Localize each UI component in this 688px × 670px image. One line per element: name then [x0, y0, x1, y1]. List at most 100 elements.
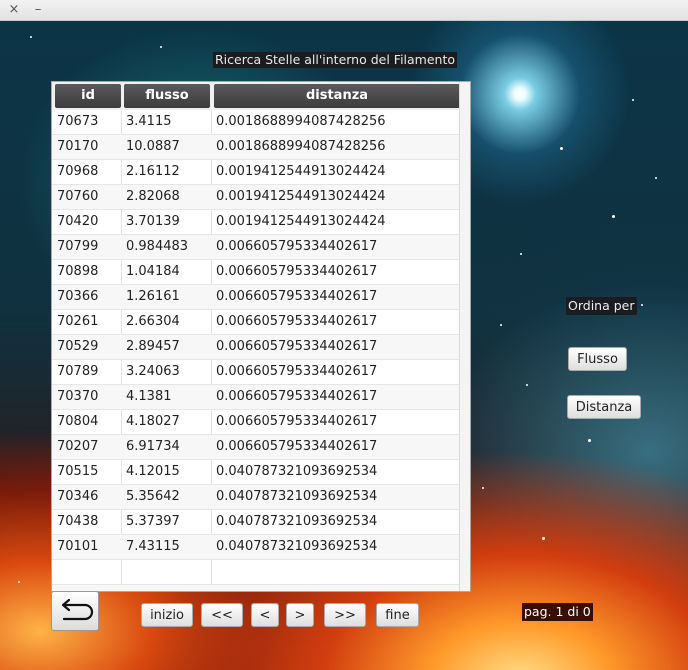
cell-distanza: 0.040787321093692534 [216, 514, 378, 529]
cell-flusso: 7.43115 [126, 539, 180, 554]
cell-id: 70673 [57, 114, 99, 129]
table-row[interactable]: 70968 2.16112 0.0019412544913024424 [52, 160, 460, 185]
table-row[interactable]: 70799 0.984483 0.006605795334402617 [52, 235, 460, 260]
table-row[interactable]: 70420 3.70139 0.0019412544913024424 [52, 210, 460, 235]
last-page-button[interactable]: fine [376, 603, 419, 627]
table-row[interactable]: 70438 5.37397 0.040787321093692534 [52, 510, 460, 535]
cell-distanza: 0.040787321093692534 [216, 539, 378, 554]
cell-flusso: 5.37397 [126, 514, 180, 529]
page-status: pag. 1 di 0 [522, 603, 593, 621]
cell-id: 70370 [57, 389, 99, 404]
cell-id: 70420 [57, 214, 99, 229]
cell-flusso: 2.16112 [126, 164, 180, 179]
cell-distanza: 0.006605795334402617 [216, 264, 378, 279]
cell-distanza [216, 560, 456, 584]
cell-flusso: 3.70139 [126, 214, 180, 229]
cell-distanza: 0.0019412544913024424 [216, 189, 386, 204]
table-row[interactable]: 70515 4.12015 0.040787321093692534 [52, 460, 460, 485]
cell-id: 70170 [57, 139, 99, 154]
prev-fast-button[interactable]: << [201, 603, 243, 627]
page-title: Ricerca Stelle all'interno del Filamento [213, 52, 458, 68]
sort-label: Ordina per [566, 297, 637, 315]
cell-id: 70760 [57, 189, 99, 204]
table-row[interactable]: 70804 4.18027 0.006605795334402617 [52, 410, 460, 435]
cell-id: 70261 [57, 314, 99, 329]
table-scrollbar[interactable] [459, 82, 470, 591]
close-icon[interactable]: × [6, 2, 22, 18]
results-table[interactable]: id flusso distanza 70673 3.4115 0.00186889… [51, 81, 471, 592]
cell-id: 70789 [57, 364, 99, 379]
cell-distanza: 0.0018688994087428256 [216, 139, 386, 154]
cell-id: 70366 [57, 289, 99, 304]
cell-distanza: 0.006605795334402617 [216, 339, 378, 354]
cell-flusso: 4.1381 [126, 389, 172, 404]
cell-flusso: 4.18027 [126, 414, 180, 429]
table-row[interactable]: 70366 1.26161 0.006605795334402617 [52, 285, 460, 310]
sort-distance-button[interactable]: Distanza [567, 395, 641, 419]
minimize-icon[interactable]: – [30, 2, 46, 18]
column-header-flusso[interactable]: flusso [124, 84, 210, 108]
next-fast-button[interactable]: >> [324, 603, 366, 627]
cell-id: 70207 [57, 439, 99, 454]
sort-flux-button[interactable]: Flusso [568, 347, 627, 371]
cell-flusso: 2.89457 [126, 339, 180, 354]
table-row[interactable]: 70170 10.0887 0.0018688994087428256 [52, 135, 460, 160]
cell-id: 70438 [57, 514, 99, 529]
cell-distanza: 0.006605795334402617 [216, 439, 378, 454]
table-row[interactable]: 70261 2.66304 0.006605795334402617 [52, 310, 460, 335]
cell-id: 70898 [57, 264, 99, 279]
cell-distanza: 0.006605795334402617 [216, 414, 378, 429]
table-row[interactable]: 70673 3.4115 0.0018688994087428256 [52, 110, 460, 135]
table-row[interactable]: 70346 5.35642 0.040787321093692534 [52, 485, 460, 510]
return-arrow-icon [61, 598, 94, 621]
table-row[interactable]: 70760 2.82068 0.0019412544913024424 [52, 185, 460, 210]
cell-flusso: 3.4115 [126, 114, 172, 129]
cell-id: 70529 [57, 339, 99, 354]
cell-flusso: 6.91734 [126, 439, 180, 454]
column-header-distanza[interactable]: distanza [214, 84, 460, 108]
table-row[interactable] [52, 585, 460, 591]
cell-flusso: 4.12015 [126, 464, 180, 479]
table-row[interactable]: 70898 1.04184 0.006605795334402617 [52, 260, 460, 285]
title-bar: × – [0, 0, 688, 21]
cell-id: 70101 [57, 539, 99, 554]
back-button[interactable] [51, 591, 99, 631]
cell-id: 70346 [57, 489, 99, 504]
cell-id: 70799 [57, 239, 99, 254]
cell-distanza [216, 585, 456, 591]
prev-page-button[interactable]: < [251, 603, 279, 627]
cell-id: 70515 [57, 464, 99, 479]
next-page-button[interactable]: > [286, 603, 314, 627]
cell-distanza: 0.006605795334402617 [216, 364, 378, 379]
cell-distanza: 0.006605795334402617 [216, 389, 378, 404]
table-row[interactable]: 70789 3.24063 0.006605795334402617 [52, 360, 460, 385]
table-body: 70673 3.4115 0.0018688994087428256 70170 10.… [52, 110, 460, 591]
table-row[interactable]: 70370 4.1381 0.006605795334402617 [52, 385, 460, 410]
cell-id: 70804 [57, 414, 99, 429]
cell-flusso: 0.984483 [126, 239, 189, 254]
cell-flusso [126, 585, 208, 591]
table-row[interactable]: 70207 6.91734 0.006605795334402617 [52, 435, 460, 460]
cell-flusso: 1.26161 [126, 289, 180, 304]
table-header: id flusso distanza [52, 82, 470, 110]
table-row[interactable] [52, 560, 460, 585]
column-header-id[interactable]: id [55, 84, 121, 108]
cell-distanza: 0.040787321093692534 [216, 489, 378, 504]
cell-flusso [126, 560, 208, 584]
cell-flusso: 2.66304 [126, 314, 180, 329]
first-page-button[interactable]: inizio [141, 603, 193, 627]
cell-flusso: 2.82068 [126, 189, 180, 204]
cell-distanza: 0.040787321093692534 [216, 464, 378, 479]
cell-distanza: 0.006605795334402617 [216, 314, 378, 329]
table-row[interactable]: 70101 7.43115 0.040787321093692534 [52, 535, 460, 560]
table-row[interactable]: 70529 2.89457 0.006605795334402617 [52, 335, 460, 360]
cell-id: 70968 [57, 164, 99, 179]
cell-distanza: 0.0018688994087428256 [216, 114, 386, 129]
cell-flusso: 1.04184 [126, 264, 180, 279]
cell-flusso: 10.0887 [126, 139, 180, 154]
cell-flusso: 5.35642 [126, 489, 180, 504]
cell-id [57, 560, 117, 584]
cell-distanza: 0.0019412544913024424 [216, 164, 386, 179]
app-window: × – Ricerca Stelle all'interno del Filam… [0, 0, 688, 670]
cell-distanza: 0.0019412544913024424 [216, 214, 386, 229]
